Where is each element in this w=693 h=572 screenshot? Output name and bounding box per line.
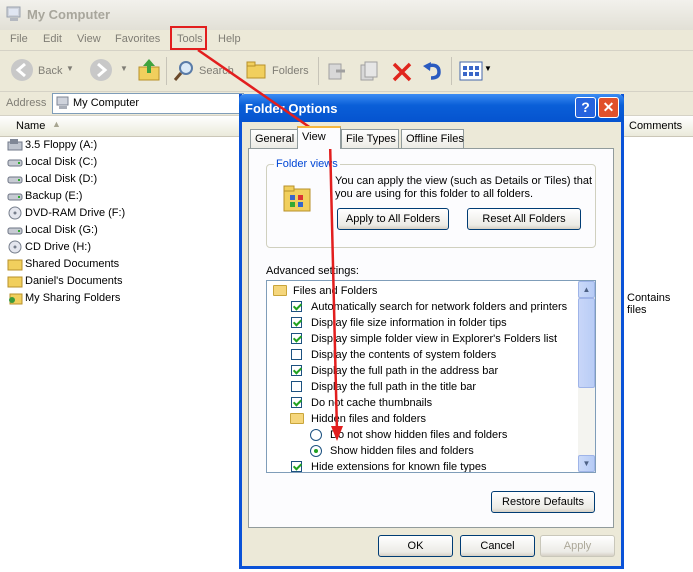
apply-button[interactable]: Apply (540, 535, 615, 557)
dialog-title: Folder Options (245, 101, 338, 116)
checkbox-checked[interactable] (291, 397, 302, 408)
reset-all-folders-button[interactable]: Reset All Folders (467, 208, 581, 230)
apply-to-all-folders-button[interactable]: Apply to All Folders (337, 208, 449, 230)
window-title: My Computer (27, 7, 111, 22)
checkbox-unchecked[interactable] (291, 349, 302, 360)
folders-icon[interactable] (245, 59, 269, 81)
scroll-thumb[interactable] (578, 298, 595, 388)
radio-selected[interactable] (310, 445, 322, 457)
dialog-title-bar: Folder Options ? ✕ (239, 94, 624, 122)
back-dropdown-icon[interactable]: ▼ (66, 64, 74, 73)
folder-icon (7, 276, 23, 288)
folder-icon (290, 413, 304, 424)
folder-icon (7, 259, 23, 271)
comment-cell: Contains files (627, 292, 671, 316)
menu-help[interactable]: Help (218, 33, 241, 45)
checkbox-checked[interactable] (291, 461, 302, 472)
hard-disk-icon (7, 227, 23, 235)
advanced-settings-label: Advanced settings: (266, 265, 359, 277)
views-icon[interactable] (459, 61, 483, 81)
toolbar: Back ▼ ▼ Search Folders ▼ (0, 51, 693, 92)
address-value: My Computer (73, 97, 140, 109)
folder-views-icon (283, 185, 311, 212)
folder-views-description-line2: you are using for this folder to all fol… (335, 188, 534, 200)
help-button[interactable]: ? (575, 97, 596, 118)
tab-general[interactable]: General (250, 129, 298, 148)
shared-folder-icon (9, 293, 23, 305)
copy-to-icon[interactable] (358, 60, 380, 82)
folder-views-legend: Folder views (274, 158, 340, 170)
column-comments-header[interactable]: Comments (629, 120, 682, 132)
undo-icon[interactable] (421, 60, 445, 82)
address-label: Address (6, 97, 47, 109)
radio-unselected[interactable] (310, 429, 322, 441)
tab-file-types[interactable]: File Types (341, 129, 399, 148)
address-field[interactable]: My Computer (52, 93, 244, 114)
ok-button[interactable]: OK (378, 535, 453, 557)
checkbox-checked[interactable] (291, 365, 302, 376)
checkbox-checked[interactable] (291, 333, 302, 344)
menu-favorites[interactable]: Favorites (115, 33, 160, 45)
floppy-drive-icon (7, 139, 23, 151)
menu-view[interactable]: View (77, 33, 101, 45)
checkbox-unchecked[interactable] (291, 381, 302, 392)
cd-drive-icon (8, 240, 22, 254)
folder-views-description-line1: You can apply the view (such as Details … (335, 175, 593, 187)
folders-button-label[interactable]: Folders (272, 65, 309, 77)
dvd-drive-icon (8, 206, 22, 220)
my-computer-icon (56, 96, 69, 109)
hard-disk-icon (7, 159, 23, 167)
checkbox-checked[interactable] (291, 301, 302, 312)
tab-view[interactable]: View (297, 126, 341, 149)
search-button-label[interactable]: Search (199, 65, 234, 77)
column-name-header[interactable]: Name (16, 120, 45, 132)
menu-bar: File Edit View Favorites Tools Help (0, 30, 693, 51)
back-button-label[interactable]: Back (38, 65, 62, 77)
menu-edit[interactable]: Edit (43, 33, 62, 45)
forward-arrow-icon[interactable] (89, 58, 113, 82)
back-arrow-icon[interactable] (10, 58, 34, 82)
sort-up-icon: ▲ (52, 119, 61, 129)
views-dropdown-icon[interactable]: ▼ (484, 64, 492, 73)
hard-disk-icon (7, 176, 23, 184)
advanced-settings-list[interactable]: Files and Folders Automatically search f… (266, 280, 596, 473)
cancel-button[interactable]: Cancel (460, 535, 535, 557)
scroll-down-icon[interactable]: ▼ (578, 455, 595, 472)
hard-disk-icon (7, 193, 23, 201)
explorer-title-bar: My Computer (0, 0, 693, 30)
scroll-up-icon[interactable]: ▲ (578, 281, 595, 298)
my-computer-icon (6, 6, 21, 21)
folder-icon (273, 285, 287, 296)
up-folder-icon[interactable] (137, 57, 161, 83)
tab-offline-files[interactable]: Offline Files (401, 129, 464, 148)
tools-highlight-box (170, 26, 207, 50)
menu-file[interactable]: File (10, 33, 28, 45)
search-icon[interactable] (172, 59, 196, 83)
delete-icon[interactable] (391, 61, 413, 83)
checkbox-checked[interactable] (291, 317, 302, 328)
move-to-icon[interactable] (326, 60, 348, 82)
close-button[interactable]: ✕ (598, 97, 619, 118)
forward-dropdown-icon[interactable]: ▼ (120, 64, 128, 73)
advanced-list-scrollbar[interactable]: ▲ ▼ (578, 281, 595, 472)
restore-defaults-button[interactable]: Restore Defaults (491, 491, 595, 513)
